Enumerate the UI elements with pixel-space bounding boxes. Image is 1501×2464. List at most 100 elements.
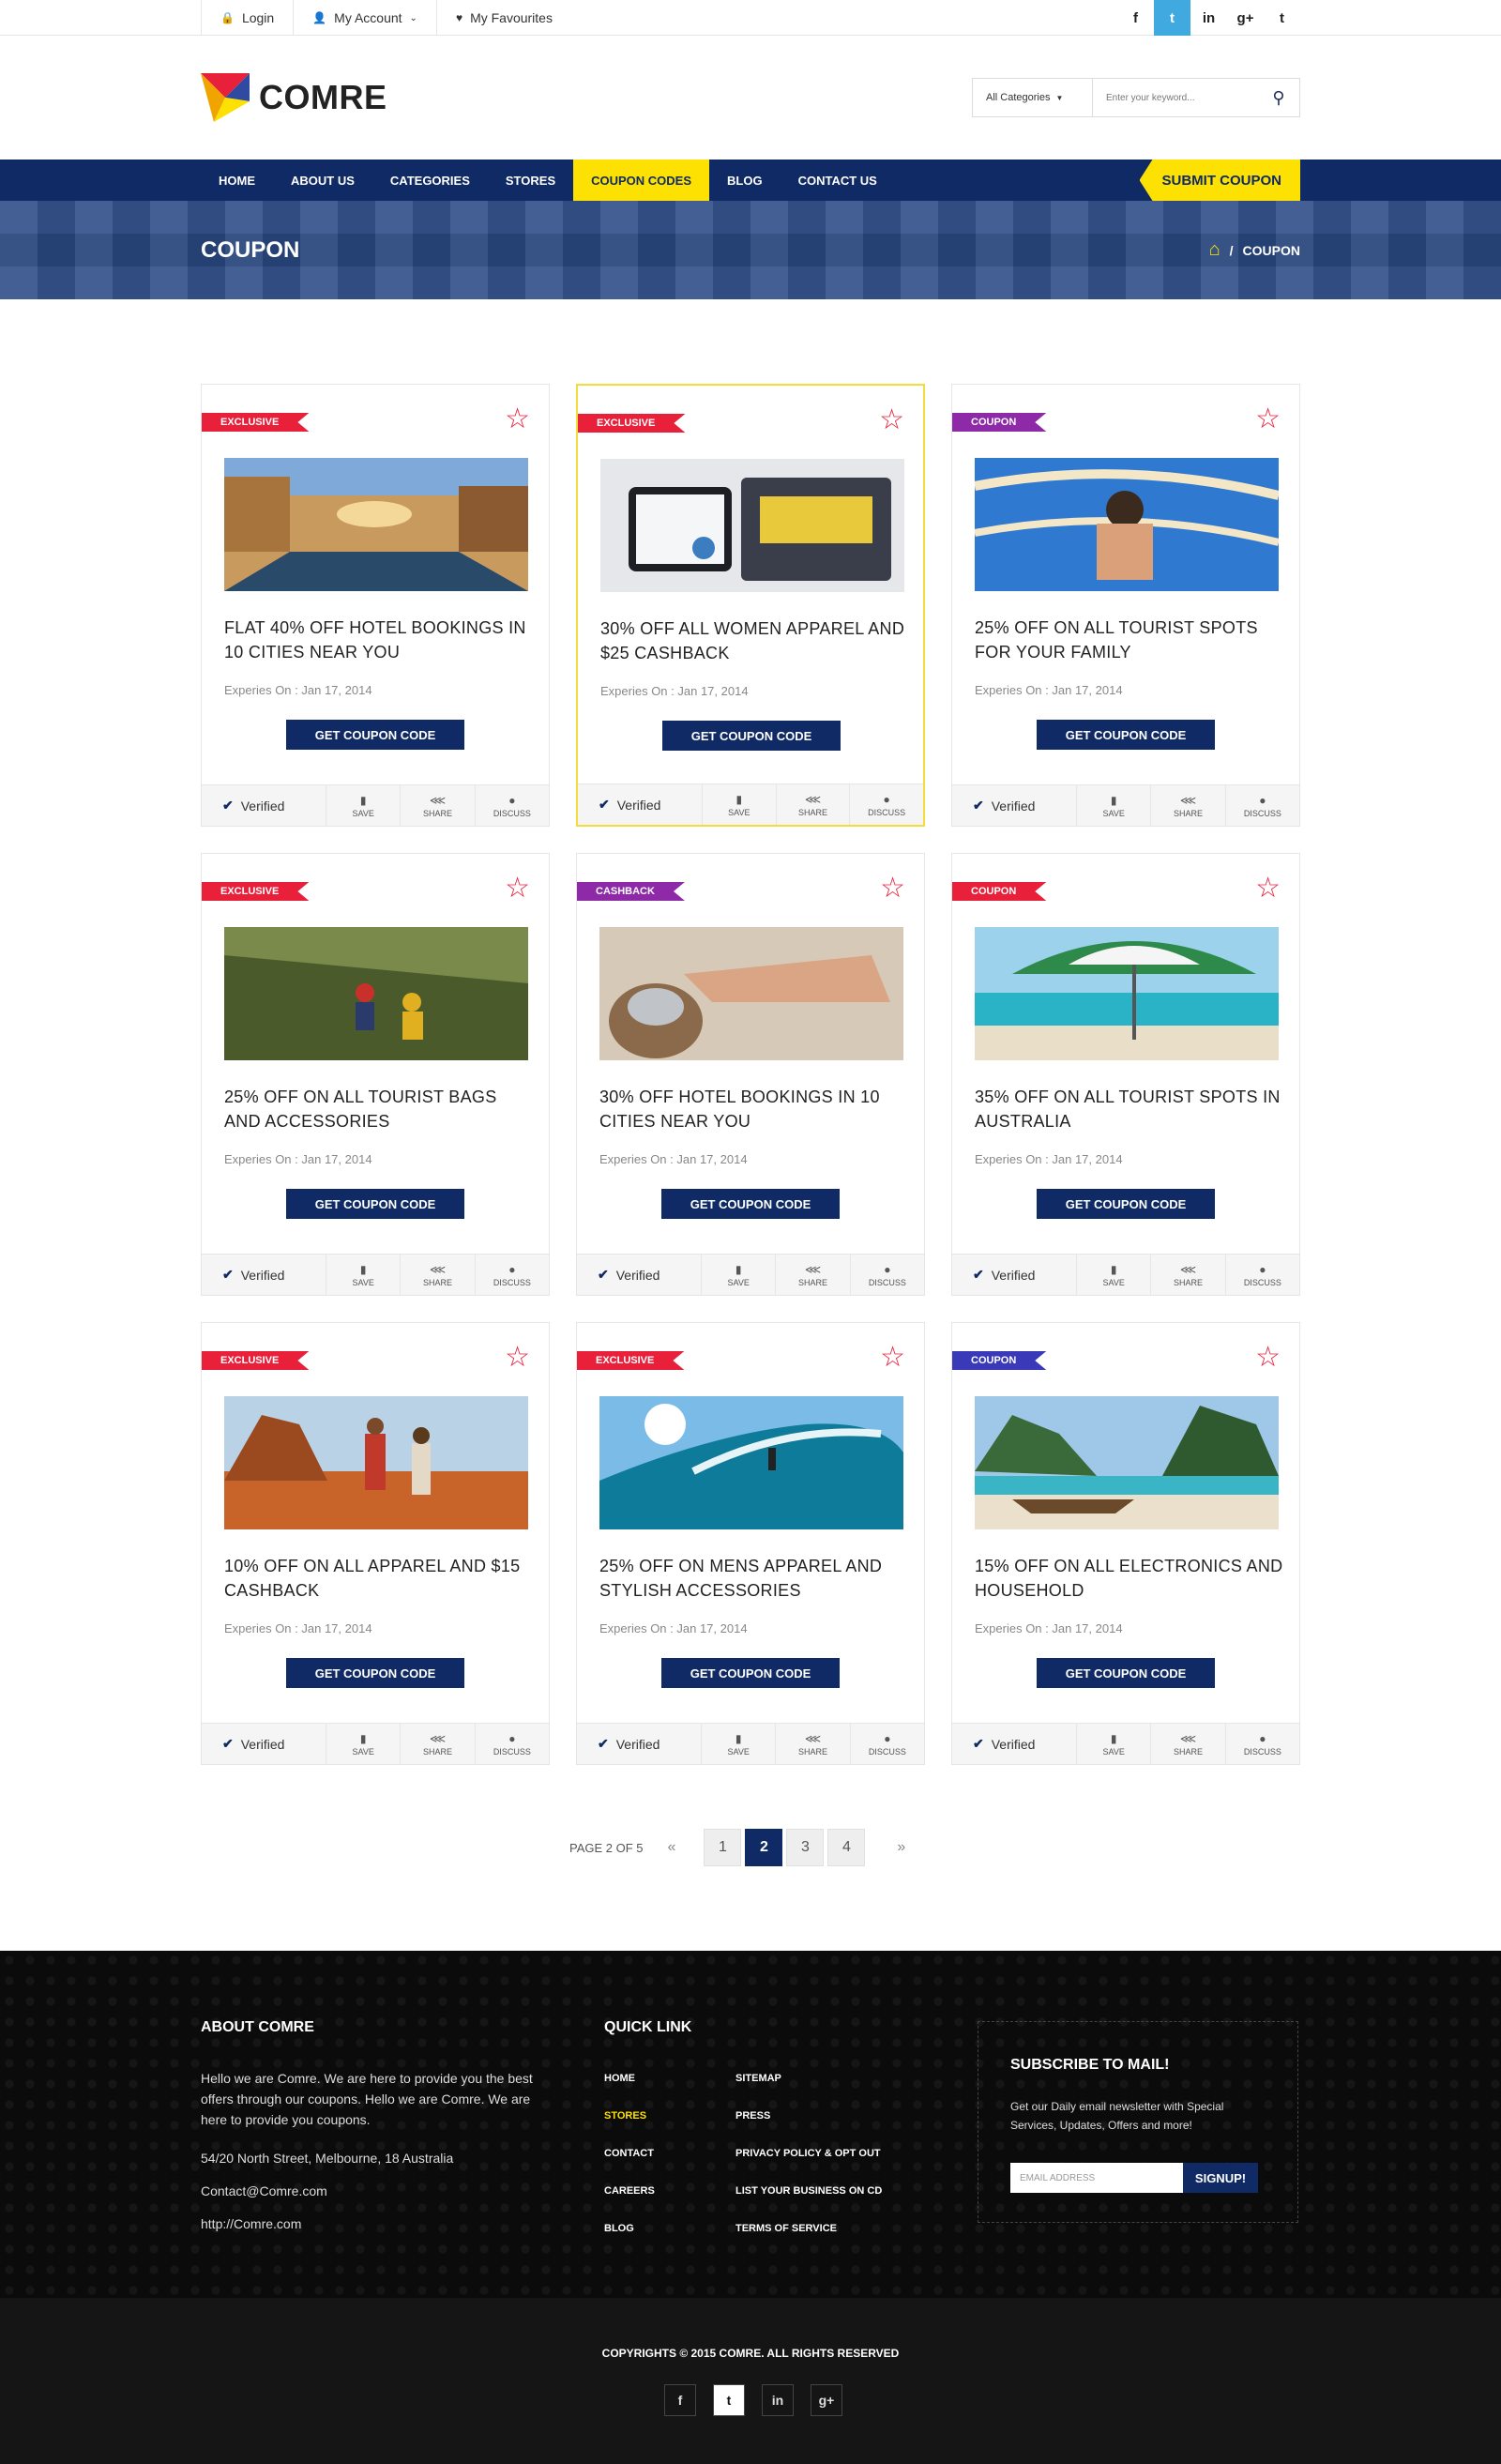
share-button[interactable]: ⋘ SHARE <box>1151 785 1226 826</box>
get-coupon-button[interactable]: GET COUPON CODE <box>1037 720 1215 750</box>
nav-blog[interactable]: BLOG <box>709 160 781 201</box>
coupon-title[interactable]: 30% OFF ALL WOMEN APPAREL AND $25 CASHBA… <box>600 616 910 665</box>
page-4[interactable]: 4 <box>827 1829 866 1866</box>
save-button[interactable]: ▮ SAVE <box>1077 1724 1152 1764</box>
nav-stores[interactable]: STORES <box>488 160 573 201</box>
discuss-button[interactable]: ● DISCUSS <box>476 1255 549 1295</box>
page-3[interactable]: 3 <box>786 1829 825 1866</box>
twitter-icon[interactable]: t <box>1154 0 1190 36</box>
star-icon[interactable]: ☆ <box>879 406 904 434</box>
facebook-icon[interactable]: f <box>1117 0 1154 36</box>
footer-link-home[interactable]: HOME <box>604 2073 635 2084</box>
footer-link-careers[interactable]: CAREERS <box>604 2185 655 2197</box>
prev-page-icon[interactable]: « <box>668 1839 676 1856</box>
coupon-card[interactable]: EXCLUSIVE ☆ 25% OFF ON ALL TOURIST BAGS … <box>201 853 550 1296</box>
get-coupon-button[interactable]: GET COUPON CODE <box>1037 1658 1215 1688</box>
googleplus-icon[interactable]: g+ <box>1227 0 1264 36</box>
coupon-card[interactable]: COUPON ☆ 25% OFF ON ALL TOURIST SPOTS FO… <box>951 384 1300 827</box>
get-coupon-button[interactable]: GET COUPON CODE <box>286 1189 464 1219</box>
tumblr-icon[interactable]: t <box>1264 0 1300 36</box>
signup-button[interactable]: SIGNUP! <box>1183 2163 1258 2193</box>
get-coupon-button[interactable]: GET COUPON CODE <box>1037 1189 1215 1219</box>
coupon-card[interactable]: COUPON ☆ 15% OFF ON ALL ELECTRONICS AND … <box>951 1322 1300 1765</box>
nav-contact-us[interactable]: CONTACT US <box>781 160 895 201</box>
footer-link-press[interactable]: PRESS <box>735 2110 770 2122</box>
coupon-card[interactable]: CASHBACK ☆ 30% OFF HOTEL BOOKINGS IN 10 … <box>576 853 925 1296</box>
save-button[interactable]: ▮ SAVE <box>702 1724 777 1764</box>
twitter-icon[interactable]: t <box>713 2384 745 2416</box>
coupon-title[interactable]: 25% OFF ON ALL TOURIST SPOTS FOR YOUR FA… <box>975 616 1284 664</box>
discuss-button[interactable]: ● DISCUSS <box>850 784 923 825</box>
star-icon[interactable]: ☆ <box>505 875 530 903</box>
discuss-button[interactable]: ● DISCUSS <box>476 1724 549 1764</box>
star-icon[interactable]: ☆ <box>880 875 905 903</box>
coupon-card[interactable]: EXCLUSIVE ☆ 25% OFF ON MENS APPAREL AND … <box>576 1322 925 1765</box>
coupon-image[interactable] <box>224 927 528 1060</box>
get-coupon-button[interactable]: GET COUPON CODE <box>286 1658 464 1688</box>
coupon-image[interactable] <box>975 927 1279 1060</box>
save-button[interactable]: ▮ SAVE <box>703 784 777 825</box>
footer-link-list-business[interactable]: LIST YOUR BUSINESS ON CD <box>735 2185 882 2197</box>
footer-link-blog[interactable]: BLOG <box>604 2223 634 2234</box>
linkedin-icon[interactable]: in <box>1190 0 1227 36</box>
get-coupon-button[interactable]: GET COUPON CODE <box>661 1189 840 1219</box>
footer-link-sitemap[interactable]: SITEMAP <box>735 2073 781 2084</box>
coupon-title[interactable]: FLAT 40% OFF HOTEL BOOKINGS IN 10 CITIES… <box>224 616 534 664</box>
next-page-icon[interactable]: » <box>897 1839 905 1856</box>
footer-link-terms[interactable]: TERMS OF SERVICE <box>735 2223 837 2234</box>
star-icon[interactable]: ☆ <box>1255 405 1281 433</box>
star-icon[interactable]: ☆ <box>505 405 530 433</box>
page-1[interactable]: 1 <box>704 1829 742 1866</box>
email-field[interactable]: EMAIL ADDRESS <box>1010 2163 1183 2193</box>
get-coupon-button[interactable]: GET COUPON CODE <box>661 1658 840 1688</box>
star-icon[interactable]: ☆ <box>1255 875 1281 903</box>
coupon-title[interactable]: 25% OFF ON ALL TOURIST BAGS AND ACCESSOR… <box>224 1085 534 1133</box>
share-button[interactable]: ⋘ SHARE <box>401 785 476 826</box>
coupon-card[interactable]: COUPON ☆ 35% OFF ON ALL TOURIST SPOTS IN… <box>951 853 1300 1296</box>
facebook-icon[interactable]: f <box>664 2384 696 2416</box>
logo[interactable]: COMRE <box>201 73 387 122</box>
discuss-button[interactable]: ● DISCUSS <box>1226 1724 1299 1764</box>
discuss-button[interactable]: ● DISCUSS <box>1226 1255 1299 1295</box>
my-favourites-link[interactable]: ♥ My Favourites <box>435 0 571 36</box>
coupon-title[interactable]: 25% OFF ON MENS APPAREL AND STYLISH ACCE… <box>599 1554 909 1603</box>
save-button[interactable]: ▮ SAVE <box>326 1724 402 1764</box>
my-account-menu[interactable]: 👤 My Account ⌄ <box>293 0 436 36</box>
contact-email[interactable]: Contact@Comre.com <box>201 2181 327 2201</box>
coupon-title[interactable]: 35% OFF ON ALL TOURIST SPOTS IN AUSTRALI… <box>975 1085 1284 1133</box>
get-coupon-button[interactable]: GET COUPON CODE <box>662 721 841 751</box>
nav-home[interactable]: HOME <box>201 160 273 201</box>
site-url[interactable]: http://Comre.com <box>201 2213 301 2234</box>
coupon-card[interactable]: EXCLUSIVE ☆ 10% OFF ON ALL APPAREL AND $… <box>201 1322 550 1765</box>
login-link[interactable]: 🔒 Login <box>201 0 293 36</box>
get-coupon-button[interactable]: GET COUPON CODE <box>286 720 464 750</box>
coupon-image[interactable] <box>224 1396 528 1529</box>
coupon-title[interactable]: 30% OFF HOTEL BOOKINGS IN 10 CITIES NEAR… <box>599 1085 909 1133</box>
linkedin-icon[interactable]: in <box>762 2384 794 2416</box>
save-button[interactable]: ▮ SAVE <box>702 1255 777 1295</box>
coupon-title[interactable]: 10% OFF ON ALL APPAREL AND $15 CASHBACK <box>224 1554 534 1603</box>
search-input[interactable]: Enter your keyword... <box>1093 79 1258 116</box>
footer-link-privacy[interactable]: PRIVACY POLICY & OPT OUT <box>735 2148 881 2159</box>
category-select[interactable]: All Categories ▼ <box>973 79 1093 116</box>
discuss-button[interactable]: ● DISCUSS <box>476 785 549 826</box>
discuss-button[interactable]: ● DISCUSS <box>1226 785 1299 826</box>
coupon-image[interactable] <box>600 459 904 592</box>
coupon-image[interactable] <box>975 1396 1279 1529</box>
share-button[interactable]: ⋘ SHARE <box>776 1724 851 1764</box>
share-button[interactable]: ⋘ SHARE <box>401 1724 476 1764</box>
star-icon[interactable]: ☆ <box>1255 1344 1281 1372</box>
search-icon[interactable]: ⚲ <box>1258 79 1299 116</box>
nav-about-us[interactable]: ABOUT US <box>273 160 372 201</box>
coupon-image[interactable] <box>975 458 1279 591</box>
share-button[interactable]: ⋘ SHARE <box>1151 1724 1226 1764</box>
star-icon[interactable]: ☆ <box>880 1344 905 1372</box>
nav-categories[interactable]: CATEGORIES <box>372 160 488 201</box>
coupon-title[interactable]: 15% OFF ON ALL ELECTRONICS AND HOUSEHOLD <box>975 1554 1284 1603</box>
save-button[interactable]: ▮ SAVE <box>326 1255 402 1295</box>
save-button[interactable]: ▮ SAVE <box>326 785 402 826</box>
submit-coupon-button[interactable]: SUBMIT COUPON <box>1139 160 1300 201</box>
coupon-card[interactable]: EXCLUSIVE ☆ FLAT 40% OFF HOTEL BOOKINGS … <box>201 384 550 827</box>
coupon-image[interactable] <box>599 927 903 1060</box>
share-button[interactable]: ⋘ SHARE <box>1151 1255 1226 1295</box>
